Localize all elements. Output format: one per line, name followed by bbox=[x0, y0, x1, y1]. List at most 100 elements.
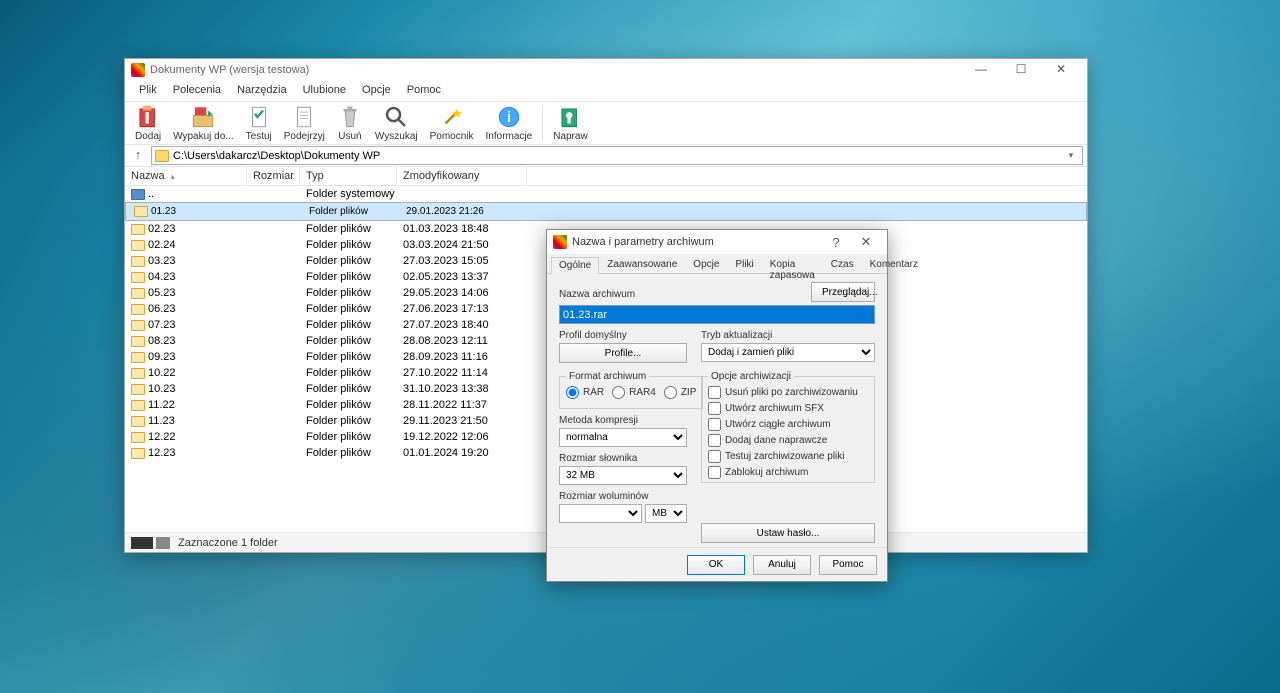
col-size[interactable]: Rozmiar bbox=[247, 167, 300, 185]
cell-type: Folder plików bbox=[300, 431, 397, 443]
cell-modified: 29.11.2023 21:50 bbox=[397, 415, 527, 427]
help-button[interactable]: Pomoc bbox=[819, 555, 877, 575]
path-combobox[interactable]: C:\Users\dakarcz\Desktop\Dokumenty WP ▾ bbox=[151, 146, 1083, 165]
folder-icon bbox=[131, 416, 145, 427]
close-button[interactable]: ✕ bbox=[1041, 60, 1081, 80]
cell-type: Folder plików bbox=[300, 351, 397, 363]
cell-modified: 02.05.2023 13:37 bbox=[397, 271, 527, 283]
tab-komentarz[interactable]: Komentarz bbox=[862, 256, 926, 273]
cell-type: Folder plików bbox=[300, 415, 397, 427]
wizard-icon bbox=[439, 104, 465, 130]
extract-icon bbox=[190, 104, 216, 130]
update-mode-select[interactable]: Dodaj i zamień pliki bbox=[701, 343, 875, 362]
up-button[interactable]: ↑ bbox=[129, 147, 147, 165]
close-button[interactable]: ✕ bbox=[851, 234, 881, 250]
cell-type: Folder plików bbox=[303, 206, 400, 217]
format-zip[interactable]: ZIP bbox=[664, 386, 697, 399]
info-button[interactable]: iInformacje bbox=[480, 102, 539, 144]
chevron-down-icon: ▾ bbox=[1063, 150, 1079, 161]
titlebar[interactable]: Dokumenty WP (wersja testowa) — ☐ ✕ bbox=[125, 59, 1087, 81]
repair-icon bbox=[557, 104, 583, 130]
window-title: Dokumenty WP (wersja testowa) bbox=[150, 64, 309, 76]
cell-modified: 31.10.2023 13:38 bbox=[397, 383, 527, 395]
view-button[interactable]: Podejrzyj bbox=[278, 102, 331, 144]
folder-icon bbox=[131, 400, 145, 411]
vol-label: Rozmiar woluminów bbox=[559, 491, 687, 502]
status-icon2 bbox=[156, 537, 170, 549]
add-button[interactable]: Dodaj bbox=[129, 102, 167, 144]
opt-recovery[interactable]: Dodaj dane naprawcze bbox=[708, 434, 868, 447]
folder-icon bbox=[155, 150, 169, 162]
menu-pomoc[interactable]: Pomoc bbox=[399, 81, 449, 101]
col-modified[interactable]: Zmodyfikowany bbox=[397, 167, 527, 185]
col-type[interactable]: Typ bbox=[300, 167, 397, 185]
opt-delete[interactable]: Usuń pliki po zarchiwizowaniu bbox=[708, 386, 868, 399]
folder-icon bbox=[131, 288, 145, 299]
delete-button[interactable]: Usuń bbox=[331, 102, 369, 144]
archive-name-label: Nazwa archiwum bbox=[559, 289, 635, 300]
cell-type: Folder plików bbox=[300, 303, 397, 315]
cell-name: 11.22 bbox=[148, 399, 247, 411]
tab-pliki[interactable]: Pliki bbox=[727, 256, 761, 273]
set-password-button[interactable]: Ustaw hasło... bbox=[701, 523, 875, 543]
menu-opcje[interactable]: Opcje bbox=[354, 81, 399, 101]
table-row[interactable]: ..Folder systemowy bbox=[125, 186, 1087, 202]
cancel-button[interactable]: Anuluj bbox=[753, 555, 811, 575]
profiles-button[interactable]: Profile... bbox=[559, 343, 687, 363]
folder-icon bbox=[131, 336, 145, 347]
options-group: Opcje archiwizacji Usuń pliki po zarchiw… bbox=[701, 371, 875, 483]
help-icon-button[interactable]: ? bbox=[821, 235, 851, 250]
tab-ogolne[interactable]: Ogólne bbox=[551, 257, 599, 274]
dialog-body: Nazwa archiwum Przeglądaj... Profil domy… bbox=[547, 274, 887, 551]
opt-lock[interactable]: Zablokuj archiwum bbox=[708, 466, 868, 479]
minimize-button[interactable]: — bbox=[961, 60, 1001, 80]
menu-narzedzia[interactable]: Narzędzia bbox=[229, 81, 295, 101]
col-name[interactable]: Nazwa▴ bbox=[125, 167, 247, 185]
status-icon bbox=[131, 537, 153, 549]
folder-icon bbox=[131, 384, 145, 395]
repair-button[interactable]: Napraw bbox=[547, 102, 593, 144]
cell-modified: 28.09.2023 11:16 bbox=[397, 351, 527, 363]
dialog-titlebar[interactable]: Nazwa i parametry archiwum ? ✕ bbox=[547, 230, 887, 254]
dict-select[interactable]: 32 MB bbox=[559, 466, 687, 485]
tab-zaawansowane[interactable]: Zaawansowane bbox=[599, 256, 685, 273]
table-row[interactable]: 01.23Folder plików29.01.2023 21:26 bbox=[125, 202, 1087, 221]
folder-icon bbox=[131, 352, 145, 363]
cell-type: Folder plików bbox=[300, 383, 397, 395]
compress-select[interactable]: normalna bbox=[559, 428, 687, 447]
menu-polecenia[interactable]: Polecenia bbox=[165, 81, 229, 101]
toolbar-separator bbox=[542, 105, 543, 141]
browse-button[interactable]: Przeglądaj... bbox=[811, 282, 875, 302]
cell-type: Folder plików bbox=[300, 287, 397, 299]
tab-opcje[interactable]: Opcje bbox=[685, 256, 727, 273]
opt-solid[interactable]: Utwórz ciągłe archiwum bbox=[708, 418, 868, 431]
tab-czas[interactable]: Czas bbox=[823, 256, 862, 273]
info-icon: i bbox=[496, 104, 522, 130]
cell-type: Folder plików bbox=[300, 319, 397, 331]
opt-sfx[interactable]: Utwórz archiwum SFX bbox=[708, 402, 868, 415]
archive-name-input[interactable] bbox=[559, 305, 875, 324]
find-icon bbox=[383, 104, 409, 130]
format-rar4[interactable]: RAR4 bbox=[612, 386, 656, 399]
app-icon bbox=[131, 63, 145, 77]
cell-name: 02.23 bbox=[148, 223, 247, 235]
find-button[interactable]: Wyszukaj bbox=[369, 102, 424, 144]
opt-test[interactable]: Testuj zarchiwizowane pliki bbox=[708, 450, 868, 463]
menu-plik[interactable]: Plik bbox=[131, 81, 165, 101]
cell-modified: 27.03.2023 15:05 bbox=[397, 255, 527, 267]
cell-modified: 27.07.2023 18:40 bbox=[397, 319, 527, 331]
test-icon bbox=[246, 104, 272, 130]
tab-kopia[interactable]: Kopia zapasowa bbox=[762, 256, 823, 273]
cell-modified: 28.08.2023 12:11 bbox=[397, 335, 527, 347]
ok-button[interactable]: OK bbox=[687, 555, 745, 575]
maximize-button[interactable]: ☐ bbox=[1001, 60, 1041, 80]
test-button[interactable]: Testuj bbox=[240, 102, 278, 144]
folder-icon bbox=[131, 368, 145, 379]
wizard-button[interactable]: Pomocnik bbox=[424, 102, 480, 144]
format-rar[interactable]: RAR bbox=[566, 386, 604, 399]
vol-unit-select[interactable]: MB bbox=[645, 504, 687, 523]
vol-size-input[interactable] bbox=[559, 504, 642, 523]
menu-ulubione[interactable]: Ulubione bbox=[295, 81, 354, 101]
folder-icon bbox=[131, 240, 145, 251]
extract-button[interactable]: Wypakuj do... bbox=[167, 102, 240, 144]
